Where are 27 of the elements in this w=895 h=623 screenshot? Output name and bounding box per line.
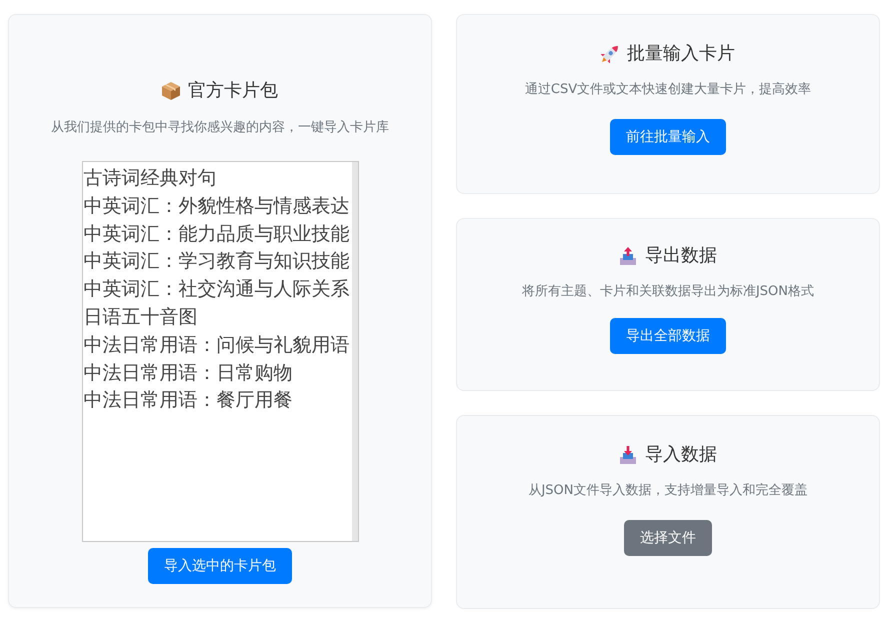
pack-option[interactable]: 日语五十音图 (82, 304, 198, 332)
card-title: 批量输入卡片 (627, 42, 735, 66)
pack-option[interactable]: 中英词汇：外貌性格与情感表达 (82, 192, 350, 221)
pack-option[interactable]: 中英词汇：能力品质与职业技能 (82, 220, 350, 248)
card-description: 通过CSV文件或文本快速创建大量卡片，提高效率 (524, 81, 812, 99)
import-pack-button[interactable]: 导入选中的卡片包 (148, 548, 292, 584)
pack-option[interactable]: 中法日常用语：问候与礼貌用语 (82, 332, 350, 360)
card-title: 导出数据 (645, 244, 717, 268)
pack-option[interactable]: 中英词汇：社交沟通与人际关系 (82, 276, 350, 304)
rocket-icon (601, 45, 619, 63)
card-description: 从我们提供的卡包中寻找你感兴趣的内容，一键导入卡片库 (51, 119, 389, 137)
card-title: 导入数据 (645, 443, 717, 467)
pack-option[interactable]: 古诗词经典对句 (82, 165, 216, 193)
pack-option[interactable]: 中英词汇：学习教育与知识技能 (82, 248, 350, 276)
inbox-tray-icon (619, 446, 637, 464)
card-description: 将所有主题、卡片和关联数据导出为标准JSON格式 (522, 283, 814, 301)
pack-option[interactable]: 中法日常用语：日常购物 (82, 360, 292, 388)
card-title: 官方卡片包 (188, 79, 278, 103)
package-icon (162, 82, 180, 100)
card-description: 从JSON文件导入数据，支持增量导入和完全覆盖 (528, 482, 808, 500)
pack-listbox[interactable]: 古诗词经典对句 中英词汇：外貌性格与情感表达 中英词汇：能力品质与职业技能 中英词汇：学习教育与知识技能 中英词汇：社交沟通与人际关系 日语五十音图 中法日常用语：问候与礼貌用语 中法日常用语：日常购物 中法日常用语：餐厅用餐 (82, 161, 358, 542)
scrollbar-track[interactable] (352, 162, 358, 541)
outbox-tray-icon (619, 247, 637, 265)
pack-option[interactable]: 中法日常用语：餐厅用餐 (82, 387, 292, 416)
action-button[interactable]: 前往批量输入 (610, 119, 726, 155)
choose-file-button[interactable]: 选择文件 (624, 520, 712, 556)
action-button[interactable]: 导出全部数据 (610, 318, 726, 354)
